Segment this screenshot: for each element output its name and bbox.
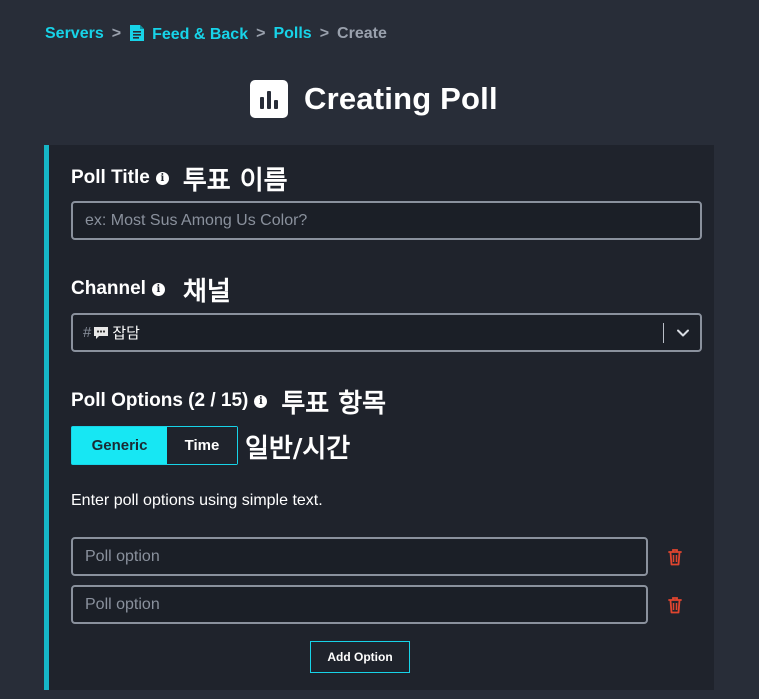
chevron-down-icon[interactable]: [676, 326, 690, 340]
breadcrumb-separator: >: [111, 25, 122, 42]
channel-note: 채널: [182, 276, 231, 307]
channel-hash: #: [83, 324, 92, 341]
poll-option-input-1[interactable]: [71, 537, 648, 576]
info-icon[interactable]: i: [155, 171, 169, 185]
poll-form-panel: Poll Title i 투표 이름 Channel i 채널 # 잡담 Pol…: [44, 145, 714, 690]
breadcrumb-feed-back[interactable]: Feed & Back: [129, 24, 248, 44]
speech-bubble-icon: [94, 326, 109, 339]
breadcrumb-feed-back-label: Feed & Back: [152, 26, 249, 43]
poll-options-label: Poll Options (2 / 15): [71, 390, 249, 411]
document-icon: [130, 25, 145, 41]
poll-title-note: 투표 이름: [182, 165, 288, 196]
breadcrumb-current: Create: [337, 25, 387, 42]
add-option-button[interactable]: Add Option: [310, 641, 410, 673]
poll-option-input-2[interactable]: [71, 585, 648, 624]
breadcrumb: Servers > Feed & Back > Polls > Create: [45, 24, 387, 44]
page-title: Creating Poll: [304, 81, 498, 116]
poll-mode-toggle: Generic Time: [71, 426, 238, 465]
poll-title-input[interactable]: [71, 201, 702, 240]
poll-chart-icon: [250, 80, 288, 118]
breadcrumb-servers[interactable]: Servers: [45, 25, 104, 43]
breadcrumb-separator: >: [319, 25, 330, 42]
poll-options-note: 투표 항목: [281, 388, 387, 419]
poll-options-label-row: Poll Options (2 / 15) i 투표 항목: [71, 384, 387, 419]
info-icon[interactable]: i: [151, 282, 165, 296]
channel-label: Channel: [71, 278, 146, 299]
trash-icon[interactable]: [667, 548, 683, 566]
channel-select[interactable]: # 잡담: [71, 313, 702, 352]
select-divider: [663, 323, 664, 343]
breadcrumb-separator: >: [256, 25, 266, 42]
channel-value: 잡담: [112, 324, 140, 342]
poll-title-label: Poll Title: [71, 167, 150, 188]
trash-icon[interactable]: [667, 596, 683, 614]
mode-generic-button[interactable]: Generic: [72, 427, 167, 464]
poll-mode-note: 일반/시간: [245, 434, 351, 464]
info-icon[interactable]: i: [254, 394, 268, 408]
page-header: Creating Poll: [250, 80, 498, 118]
poll-options-help: Enter poll options using simple text.: [71, 492, 323, 509]
channel-label-row: Channel i 채널: [71, 272, 231, 307]
breadcrumb-polls[interactable]: Polls: [273, 25, 311, 43]
poll-title-label-row: Poll Title i 투표 이름: [71, 161, 288, 196]
mode-time-button[interactable]: Time: [167, 427, 237, 464]
